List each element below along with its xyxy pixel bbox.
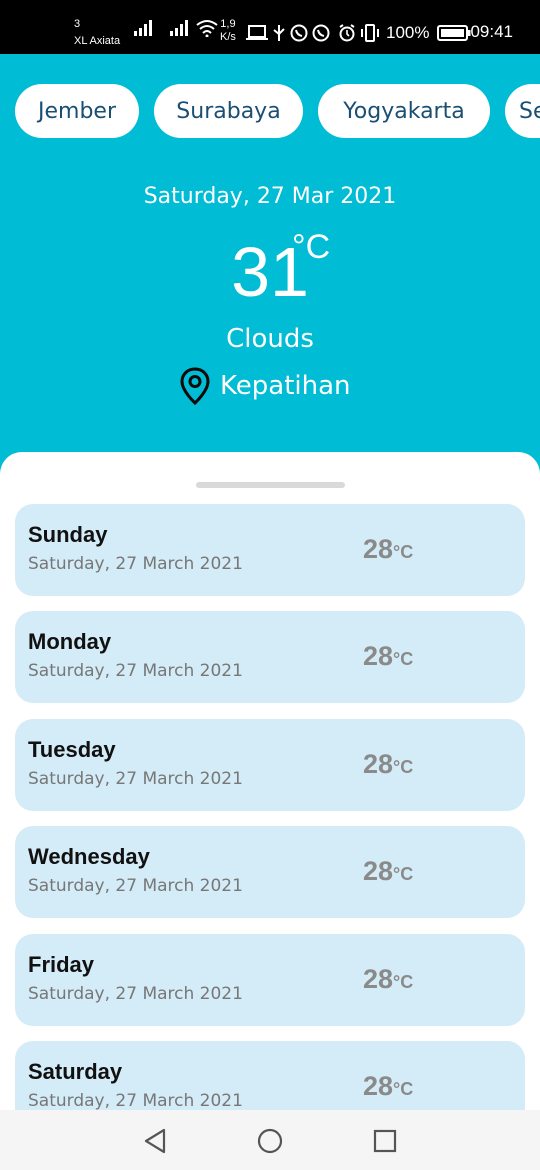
forecast-date: Saturday, 27 March 2021 [28, 769, 243, 789]
laptop-icon [246, 25, 268, 40]
forecast-temp-value: 28 [363, 749, 394, 779]
forecast-temp-unit: °C [393, 1079, 414, 1099]
forecast-temp-value: 28 [363, 534, 394, 564]
forecast-card-monday[interactable]: Monday Saturday, 27 March 2021 28°C [15, 611, 525, 703]
forecast-temp-unit: °C [393, 972, 414, 992]
carrier-number: 3 [74, 18, 81, 30]
nav-recents-button[interactable] [370, 1126, 400, 1156]
forecast-sheet[interactable]: Sunday Saturday, 27 March 2021 28°C Mond… [0, 452, 540, 1112]
forecast-temperature: 28°C [363, 749, 413, 780]
nav-home-button[interactable] [255, 1126, 285, 1156]
nav-back-button[interactable] [140, 1126, 170, 1156]
status-icons: 100% [242, 20, 471, 46]
forecast-day: Tuesday [28, 737, 116, 762]
forecast-card-friday[interactable]: Friday Saturday, 27 March 2021 28°C [15, 934, 525, 1026]
alarm-icon [339, 24, 355, 42]
current-date: Saturday, 27 Mar 2021 [143, 184, 397, 209]
forecast-day: Saturday [28, 1059, 123, 1084]
wifi-icon [196, 20, 218, 37]
speed-unit: K/s [220, 31, 236, 43]
home-circle-icon [257, 1128, 283, 1154]
back-triangle-icon [144, 1128, 166, 1154]
recents-square-icon [373, 1129, 397, 1153]
city-chip-jember[interactable]: Jember [15, 84, 139, 138]
forecast-temperature: 28°C [363, 856, 413, 887]
system-nav-bar [0, 1110, 540, 1170]
whatsapp-icon-2 [312, 24, 330, 42]
city-selector: Jember Surabaya Yogyakarta Semarang [15, 84, 540, 138]
forecast-temperature: 28°C [363, 641, 413, 672]
signal-icon-2 [170, 20, 188, 36]
forecast-date: Saturday, 27 March 2021 [28, 876, 243, 896]
battery-icon [437, 25, 471, 41]
forecast-date: Saturday, 27 March 2021 [28, 554, 243, 574]
battery-percent: 100% [386, 23, 430, 42]
forecast-temperature: 28°C [363, 534, 413, 565]
forecast-temp-unit: °C [393, 757, 414, 777]
speed-value: 1,9 [220, 18, 236, 30]
location-name: Kepatihan [220, 371, 351, 401]
location: Kepatihan [180, 366, 351, 406]
city-chip-yogyakarta[interactable]: Yogyakarta [318, 84, 490, 138]
forecast-date: Saturday, 27 March 2021 [28, 1091, 243, 1111]
whatsapp-icon [290, 24, 308, 42]
clock: 09:41 [470, 22, 513, 41]
forecast-temperature: 28°C [363, 1071, 413, 1102]
forecast-day: Monday [28, 629, 112, 654]
forecast-date: Saturday, 27 March 2021 [28, 661, 243, 681]
forecast-temp-value: 28 [363, 1071, 394, 1101]
forecast-temp-value: 28 [363, 641, 394, 671]
forecast-temp-value: 28 [363, 964, 394, 994]
signal-icon [134, 20, 152, 36]
signal-icons [134, 18, 218, 38]
city-chip-semarang[interactable]: Semarang [505, 84, 540, 138]
forecast-temperature: 28°C [363, 964, 413, 995]
forecast-card-wednesday[interactable]: Wednesday Saturday, 27 March 2021 28°C [15, 826, 525, 918]
current-temperature-wrap: 31 [0, 232, 540, 312]
vibrate-icon [361, 24, 379, 42]
forecast-temp-unit: °C [393, 542, 414, 562]
sheet-drag-handle[interactable] [196, 482, 345, 488]
status-bar: 3 XL Axiata 1,9 K/s 100% 09:41 [0, 0, 540, 54]
map-pin-icon [180, 367, 210, 405]
forecast-card-tuesday[interactable]: Tuesday Saturday, 27 March 2021 28°C [15, 719, 525, 811]
carrier-name: XL Axiata [74, 35, 121, 47]
forecast-day: Wednesday [28, 844, 150, 869]
city-chip-surabaya[interactable]: Surabaya [154, 84, 303, 138]
temperature-unit: °C [292, 228, 331, 266]
forecast-day: Friday [28, 952, 95, 977]
forecast-day: Sunday [28, 522, 108, 547]
network-speed: 1,9 K/s [220, 18, 236, 44]
forecast-temp-unit: °C [393, 649, 414, 669]
forecast-card-sunday[interactable]: Sunday Saturday, 27 March 2021 28°C [15, 504, 525, 596]
usb-icon [273, 25, 285, 41]
forecast-temp-unit: °C [393, 864, 414, 884]
forecast-temp-value: 28 [363, 856, 394, 886]
weather-condition: Clouds [226, 324, 314, 354]
weather-header: Jember Surabaya Yogyakarta Semarang Satu… [0, 54, 540, 474]
forecast-date: Saturday, 27 March 2021 [28, 984, 243, 1004]
forecast-card-saturday[interactable]: Saturday Saturday, 27 March 2021 28°C [15, 1041, 525, 1112]
